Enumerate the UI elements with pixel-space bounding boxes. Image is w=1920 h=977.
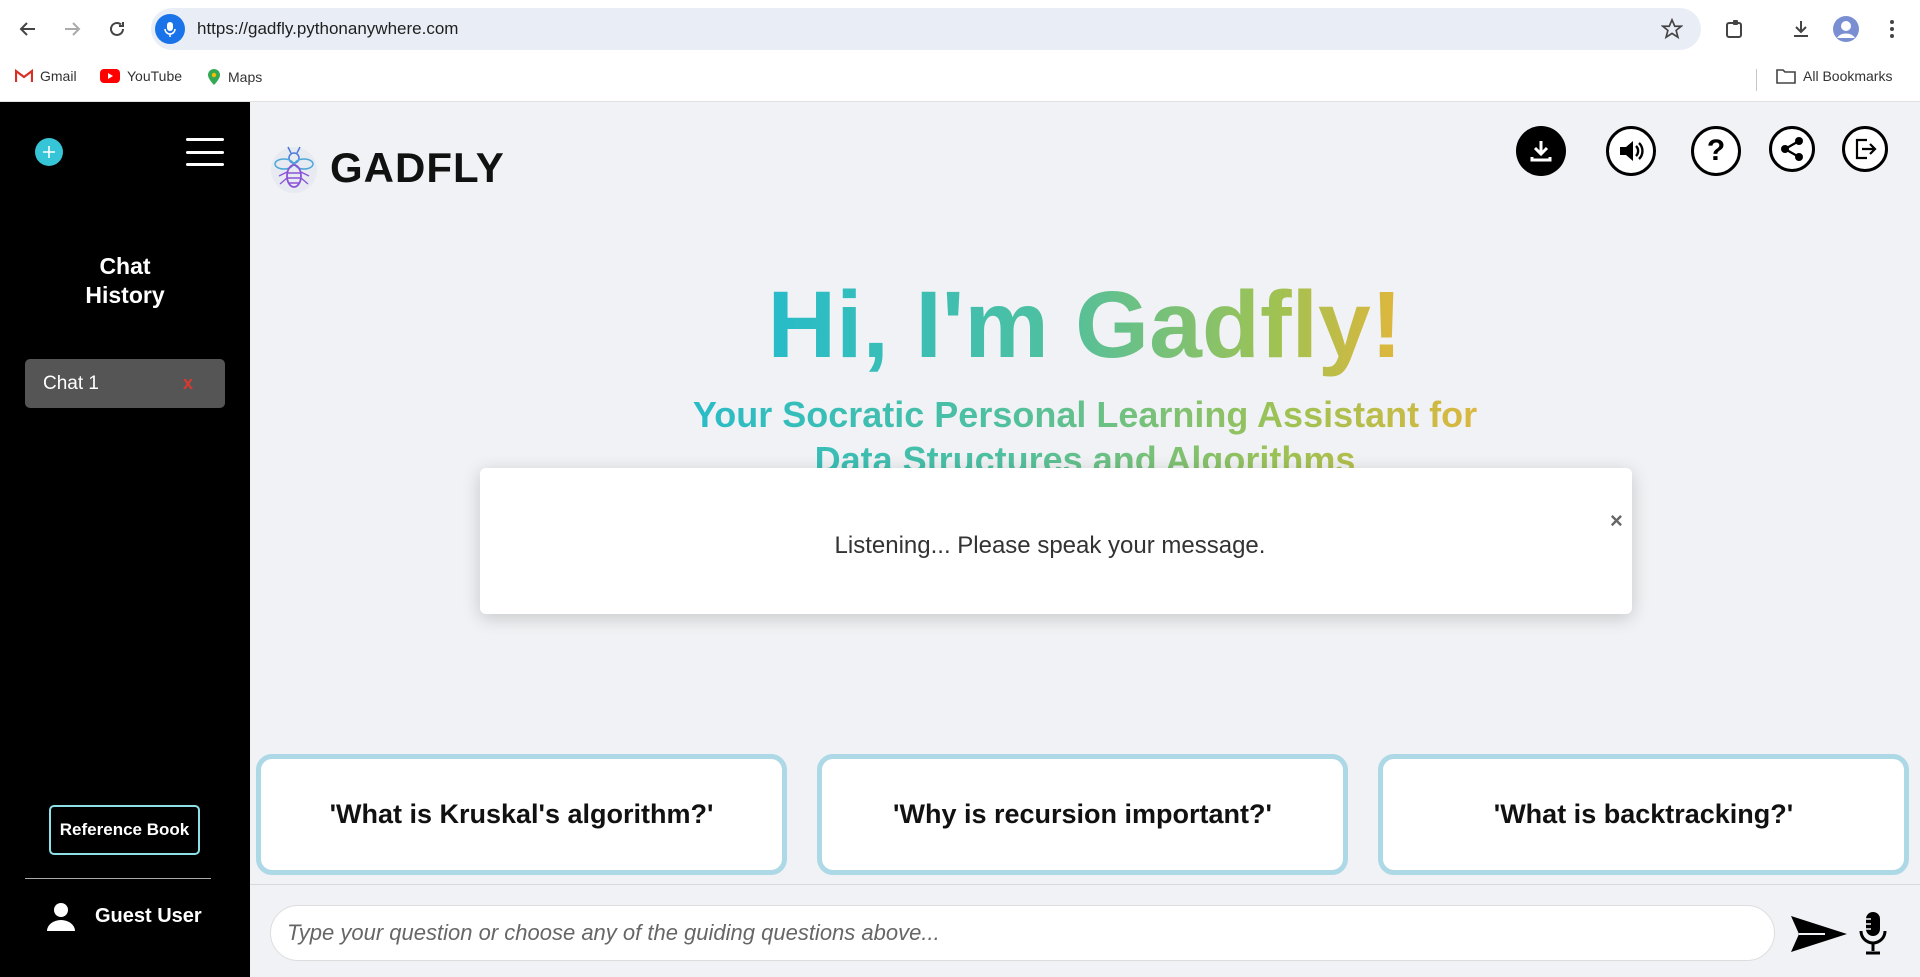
share-icon[interactable]	[1769, 126, 1815, 172]
all-bookmarks[interactable]: All Bookmarks	[1776, 68, 1892, 84]
microphone-indicator-icon	[155, 14, 185, 44]
downloads-icon[interactable]	[1785, 13, 1817, 45]
app-logo: GADFLY	[270, 142, 505, 194]
sidebar: Chat History Chat 1 x Reference Book Gue…	[0, 102, 250, 977]
menu-kebab-icon[interactable]	[1876, 13, 1908, 45]
listening-message: Listening... Please speak your message.	[834, 532, 1266, 559]
chat-input[interactable]	[270, 905, 1775, 961]
bookmark-gmail[interactable]: Gmail	[15, 68, 77, 84]
microphone-icon[interactable]	[1857, 909, 1889, 957]
listening-modal: × Listening... Please speak your message…	[480, 468, 1632, 614]
chat-history-item[interactable]: Chat 1 x	[25, 359, 225, 408]
extensions-icon[interactable]	[1719, 13, 1751, 45]
chat-history-title: Chat History	[85, 253, 165, 308]
help-icon[interactable]: ?	[1691, 126, 1741, 176]
folder-icon	[1776, 69, 1796, 84]
bookmark-maps[interactable]: Maps	[207, 68, 262, 86]
url-text[interactable]: https://gadfly.pythonanywhere.com	[197, 19, 458, 39]
sidebar-divider	[25, 878, 211, 879]
reference-book-button[interactable]: Reference Book	[49, 805, 200, 855]
maps-icon	[208, 69, 220, 85]
hero: Hi, I'm Gadfly! Your Socratic Personal L…	[250, 270, 1920, 482]
user-profile[interactable]: Guest User	[45, 900, 202, 932]
bookmarks-divider	[1756, 69, 1757, 91]
chat-item-label: Chat 1	[43, 372, 99, 394]
delete-chat-button[interactable]: x	[183, 373, 193, 394]
bookmark-youtube[interactable]: YouTube	[100, 68, 182, 84]
back-icon[interactable]	[12, 13, 44, 45]
suggestion-card[interactable]: 'What is Kruskal's algorithm?'	[256, 754, 787, 875]
speaker-icon[interactable]	[1606, 126, 1656, 176]
download-icon[interactable]	[1516, 126, 1566, 176]
logout-icon[interactable]	[1842, 126, 1888, 172]
forward-icon[interactable]	[56, 13, 88, 45]
close-modal-button[interactable]: ×	[1610, 508, 1623, 534]
plus-icon	[43, 146, 55, 158]
app-name: GADFLY	[330, 144, 505, 191]
hamburger-menu-icon[interactable]	[186, 138, 224, 166]
send-icon[interactable]	[1789, 912, 1849, 956]
gadfly-bee-icon	[271, 146, 317, 193]
suggestion-card[interactable]: 'Why is recursion important?'	[817, 754, 1348, 875]
profile-avatar[interactable]	[1830, 13, 1862, 45]
suggestion-card[interactable]: 'What is backtracking?'	[1378, 754, 1909, 875]
address-bar[interactable]: https://gadfly.pythonanywhere.com	[151, 8, 1701, 50]
user-icon	[47, 903, 75, 931]
browser-toolbar: https://gadfly.pythonanywhere.com	[0, 0, 1920, 58]
reload-icon[interactable]	[101, 13, 133, 45]
hero-title: Hi, I'm Gadfly!	[767, 272, 1403, 378]
main-content: GADFLY ? Hi, I'm Gadfly! Your Socratic P…	[250, 102, 1920, 977]
youtube-icon	[100, 69, 120, 83]
user-name: Guest User	[95, 904, 202, 927]
bookmarks-bar: Gmail YouTube Maps All Bookmarks	[0, 58, 1920, 102]
gmail-icon	[15, 69, 33, 82]
bookmark-star-icon[interactable]	[1660, 17, 1684, 45]
input-divider	[250, 884, 1920, 885]
new-chat-button[interactable]	[35, 138, 63, 166]
